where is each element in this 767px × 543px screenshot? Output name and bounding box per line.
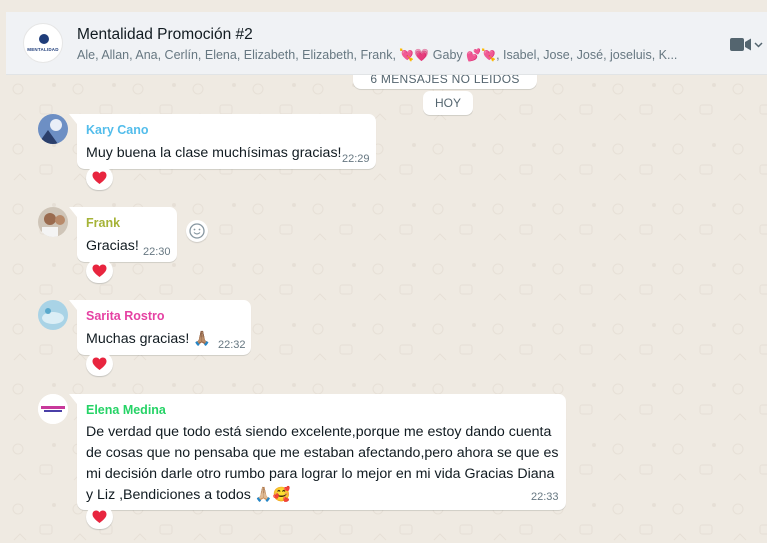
message-reaction[interactable] — [86, 352, 113, 376]
members-emoji-2: 💕💘 — [466, 48, 497, 62]
heart-icon — [92, 357, 107, 370]
chat-title: Mentalidad Promoción #2 — [77, 26, 253, 43]
message-text: Gracias! — [86, 238, 139, 254]
members-part-2: Gaby — [432, 48, 463, 62]
message-bubble[interactable]: Elena Medina De verdad que todo está sie… — [69, 394, 566, 510]
message-bubble[interactable]: Sarita Rostro Muchas gracias! 🙏🏽 22:32 — [69, 300, 251, 355]
message-bubble[interactable]: Frank Gracias! 22:30 — [69, 207, 177, 262]
message-time: 22:32 — [218, 339, 246, 351]
message-sender[interactable]: Kary Cano — [86, 123, 149, 137]
avatar-kary-cano[interactable] — [38, 114, 68, 144]
members-part-3: , Isabel, Jose, José, joseluis, K... — [496, 48, 678, 62]
message-text: Muchas gracias! 🙏🏽 — [86, 331, 211, 347]
avatar-frank[interactable] — [38, 207, 68, 237]
video-call-icon[interactable] — [730, 37, 752, 52]
group-avatar[interactable]: MENTALIDAD — [23, 23, 63, 63]
message-time: 22:30 — [143, 246, 171, 258]
heart-icon — [92, 171, 107, 184]
message-line: y Liz ,Bendiciones a todos 🙏🏼🥰 — [86, 487, 291, 503]
message-bubble[interactable]: Kary Cano Muy buena la clase muchísimas … — [69, 114, 376, 169]
unread-banner: 6 MENSAJES NO LEIDOS — [353, 75, 537, 89]
message-reaction[interactable] — [86, 259, 113, 283]
message-time: 22:29 — [342, 153, 370, 165]
message-reaction[interactable] — [86, 505, 113, 529]
group-avatar-text: MENTALIDAD — [27, 47, 59, 52]
avatar-elena-medina[interactable] — [38, 394, 68, 424]
message-text: Muy buena la clase muchísimas gracias! — [86, 145, 342, 161]
emoji-reaction-icon — [189, 223, 205, 239]
chevron-down-icon[interactable] — [754, 40, 763, 49]
message-sender[interactable]: Frank — [86, 216, 120, 230]
message-reaction[interactable] — [86, 166, 113, 190]
group-logo-icon — [39, 34, 49, 44]
members-emoji-1: 💘💗 — [399, 48, 430, 62]
message-sender[interactable]: Sarita Rostro — [86, 309, 165, 323]
add-reaction-button[interactable] — [186, 220, 208, 242]
avatar-sarita-rostro[interactable] — [38, 300, 68, 330]
chat-header[interactable]: MENTALIDAD Mentalidad Promoción #2 Ale, … — [6, 12, 767, 75]
day-divider: HOY — [423, 91, 473, 115]
heart-icon — [92, 264, 107, 277]
message-sender[interactable]: Elena Medina — [86, 403, 166, 417]
chat-area[interactable]: 6 MENSAJES NO LEIDOS HOY Kary Cano Muy b… — [6, 75, 767, 543]
message-line: De verdad que todo está siendo excelente… — [86, 424, 552, 440]
message-line: mi decisión darle otro rumbo para lograr… — [86, 466, 555, 482]
heart-icon — [92, 510, 107, 523]
members-part-1: Ale, Allan, Ana, Cerlín, Elena, Elizabet… — [77, 48, 396, 62]
chat-members: Ale, Allan, Ana, Cerlín, Elena, Elizabet… — [77, 48, 692, 62]
message-line: de cosas que no pensaba que me estaban a… — [86, 445, 559, 461]
message-time: 22:33 — [531, 491, 559, 503]
